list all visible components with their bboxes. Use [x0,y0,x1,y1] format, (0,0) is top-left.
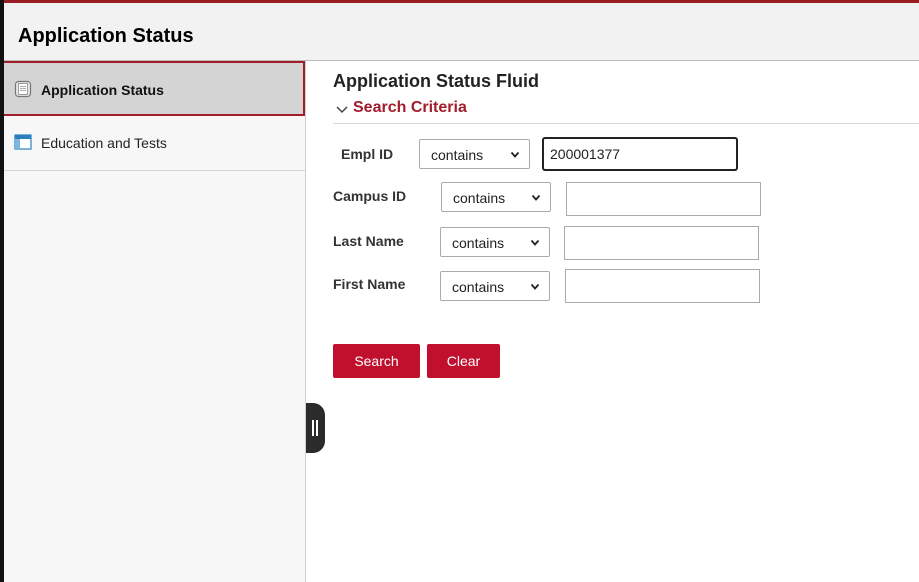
chevron-down-icon [531,194,541,201]
search-button[interactable]: Search [333,344,420,378]
clear-button[interactable]: Clear [427,344,500,378]
window-grid-icon [14,133,32,151]
empl-id-label: Empl ID [341,146,394,162]
empl-id-operator-value: contains [431,147,484,163]
first-name-field[interactable] [565,269,760,303]
search-criteria-label: Search Criteria [353,99,467,116]
sidebar-item-label: Application Status [41,82,164,98]
campus-id-operator-select[interactable]: contains [441,182,551,212]
campus-id-label: Campus ID [333,188,407,204]
section-divider [333,123,919,124]
sidebar-item-education-and-tests[interactable]: Education and Tests [4,116,305,171]
chevron-down-icon [530,239,540,246]
main-content: Application Status Fluid Search Criteria… [306,61,919,582]
sidebar-item-label: Education and Tests [41,135,167,151]
last-name-operator-select[interactable]: contains [440,227,550,257]
first-name-label: First Name [333,276,406,292]
campus-id-field[interactable] [566,182,761,216]
chevron-down-icon [530,283,540,290]
sidebar-item-application-status[interactable]: Application Status [4,61,305,116]
empl-id-operator-select[interactable]: contains [419,139,530,169]
empl-id-field[interactable] [542,137,738,171]
last-name-field[interactable] [564,226,759,260]
campus-id-operator-value: contains [453,190,506,206]
first-name-operator-select[interactable]: contains [440,271,550,301]
chevron-down-icon [335,102,349,114]
first-name-operator-value: contains [452,279,505,295]
page-header-title: Application Status [18,25,194,47]
last-name-label: Last Name [333,233,404,249]
page-title: Application Status Fluid [333,71,539,91]
document-icon [14,80,32,98]
last-name-operator-value: contains [452,235,505,251]
chevron-down-icon [510,151,520,158]
page-header: Application Status [4,3,919,61]
sidebar: Application Status Education and Tests [4,61,306,582]
